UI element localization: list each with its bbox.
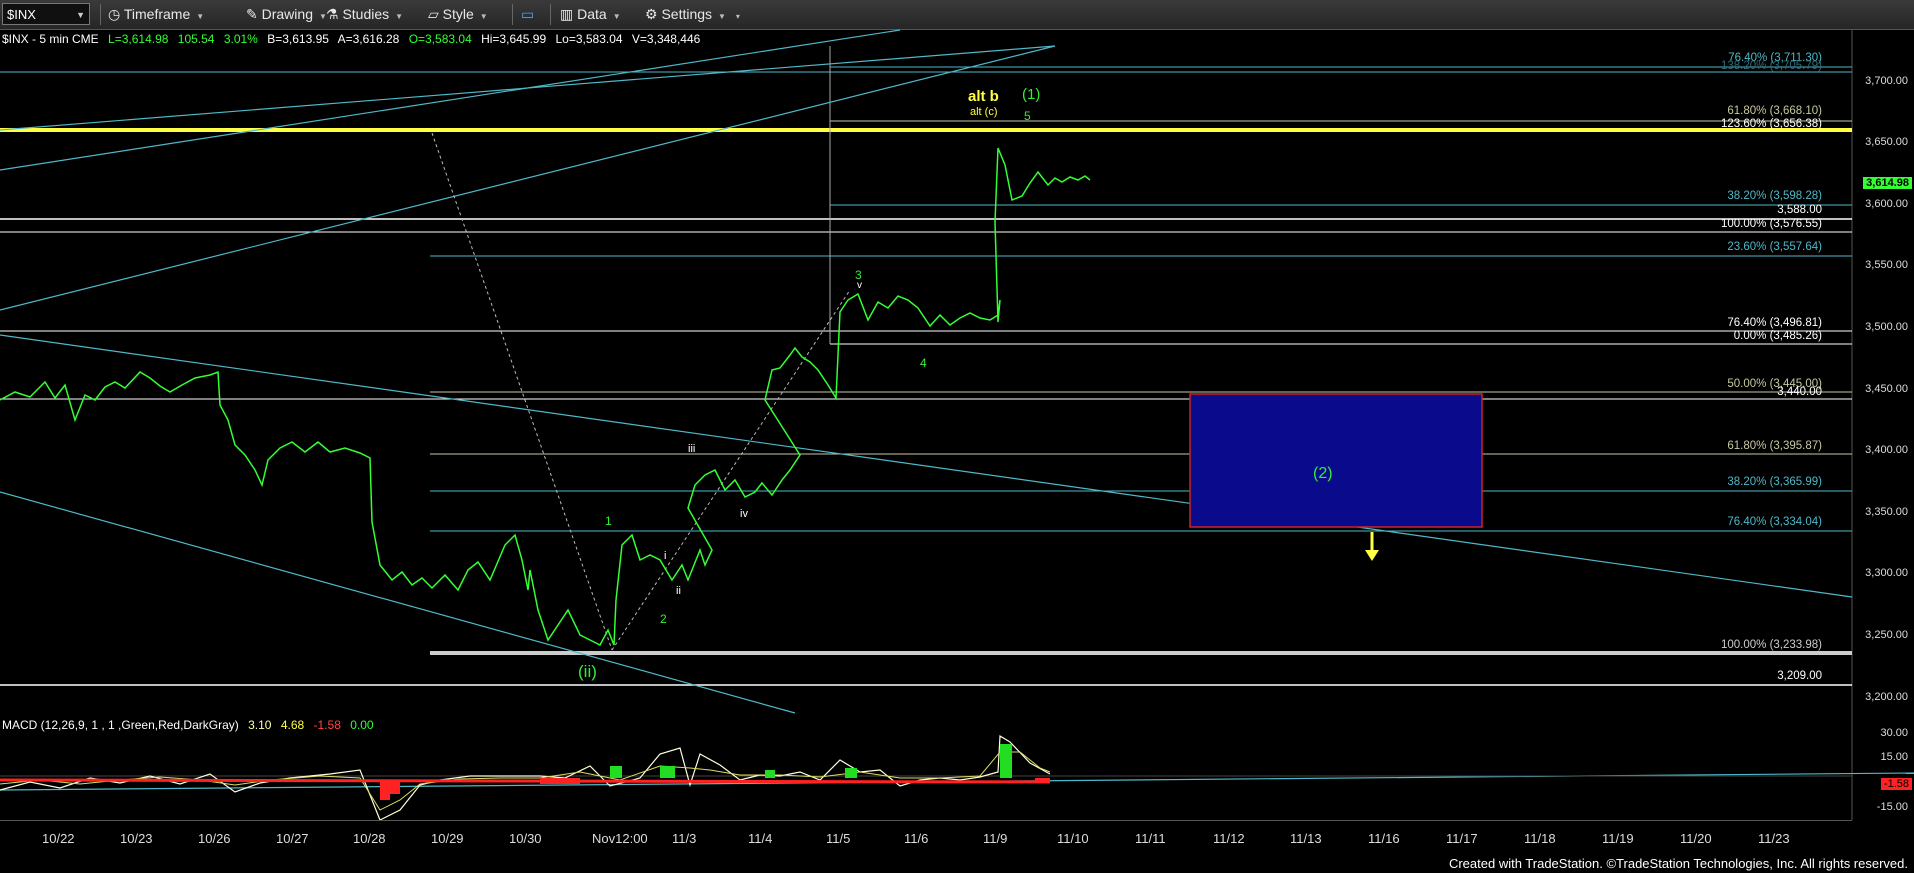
date-tick: 10/29: [431, 831, 464, 846]
price-tick: 3,650.00: [1865, 136, 1908, 148]
date-tick: 10/28: [353, 831, 386, 846]
wave-label-ii: ii: [676, 585, 681, 597]
wave-label-i: i: [664, 550, 667, 562]
date-tick: 11/5: [826, 831, 851, 846]
wave-label-1-paren: (1): [1022, 86, 1041, 103]
date-tick: 11/9: [983, 831, 1008, 846]
macd-tick: 30.00: [1880, 727, 1908, 739]
date-tick: 11/16: [1368, 831, 1400, 846]
date-tick: 11/4: [748, 831, 773, 846]
wave-labels: alt b alt (c) (1) 5 3 v 4 iii iv 1 i ii …: [0, 0, 1850, 720]
wave-label-iv: iv: [740, 508, 748, 520]
date-tick: 11/19: [1602, 831, 1634, 846]
date-tick: 11/20: [1680, 831, 1712, 846]
date-axis: 10/22 10/23 10/26 10/27 10/28 10/29 10/3…: [0, 820, 1852, 851]
date-tick: 11/3: [672, 831, 697, 846]
date-tick: 11/18: [1524, 831, 1556, 846]
macd-tick: 15.00: [1880, 751, 1908, 763]
wave-label-2-paren: (2): [1313, 465, 1333, 482]
price-tick: 3,600.00: [1865, 198, 1908, 210]
wave-label-alt-b: alt b: [968, 88, 999, 105]
date-tick: 11/23: [1758, 831, 1790, 846]
date-tick: Nov12:00: [592, 831, 648, 846]
date-tick: 11/6: [904, 831, 929, 846]
macd-avg: 4.68: [280, 718, 305, 732]
date-tick: 11/10: [1057, 831, 1089, 846]
price-tick: 3,700.00: [1865, 75, 1908, 87]
macd-legend: MACD (12,26,9, 1 , 1 ,Green,Red,DarkGray…: [2, 718, 380, 732]
macd-tick: -15.00: [1876, 801, 1908, 813]
price-tick: 3,550.00: [1865, 259, 1908, 271]
macd-last-tag: -1.58: [1880, 778, 1912, 790]
last-price-tag: 3,614.98: [1863, 177, 1912, 189]
price-tick: 3,350.00: [1865, 506, 1908, 518]
price-tick: 3,250.00: [1865, 629, 1908, 641]
date-tick: 10/27: [276, 831, 309, 846]
date-tick: 10/30: [509, 831, 542, 846]
macd-diff: -1.58: [313, 718, 341, 732]
macd-histogram: [380, 744, 1050, 800]
wave-label-1: 1: [605, 514, 612, 528]
date-tick: 10/26: [198, 831, 231, 846]
price-tick: 3,400.00: [1865, 444, 1908, 456]
date-tick: 11/17: [1446, 831, 1478, 846]
price-axis: 3,700.00 3,650.00 3,600.00 3,550.00 3,50…: [1853, 0, 1914, 820]
wave-label-ii-paren: (ii): [578, 662, 597, 681]
wave-label-4: 4: [920, 356, 927, 370]
macd-value: 3.10: [248, 718, 272, 732]
price-tick: 3,200.00: [1865, 691, 1908, 703]
date-tick: 10/22: [42, 831, 75, 846]
wave-label-alt-c: alt (c): [970, 106, 998, 118]
price-tick: 3,300.00: [1865, 567, 1908, 579]
date-tick: 11/13: [1290, 831, 1322, 846]
price-tick: 3,450.00: [1865, 383, 1908, 395]
wave-label-5: 5: [1024, 109, 1031, 123]
wave-label-iii: iii: [688, 443, 696, 455]
date-tick: 11/11: [1135, 831, 1166, 846]
macd-zero: 0.00: [350, 718, 374, 732]
date-tick: 10/23: [120, 831, 153, 846]
wave-label-v: v: [857, 280, 862, 291]
macd-title: MACD (12,26,9, 1 , 1 ,Green,Red,DarkGray…: [2, 718, 239, 732]
copyright-footer: Created with TradeStation. ©TradeStation…: [1448, 856, 1908, 871]
price-tick: 3,500.00: [1865, 321, 1908, 333]
date-tick: 11/12: [1213, 831, 1245, 846]
wave-label-2: 2: [660, 612, 667, 626]
